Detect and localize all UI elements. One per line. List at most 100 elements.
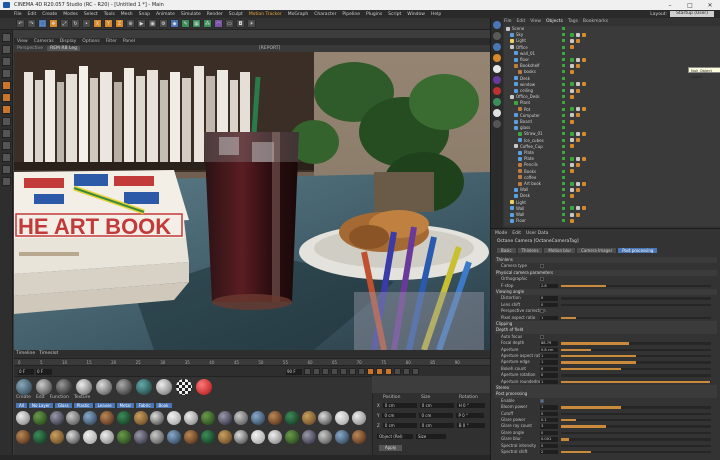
attribute-slider[interactable]: [561, 412, 711, 415]
material-swatch[interactable]: [100, 430, 114, 444]
menu-motion-tracker[interactable]: Motion Tracker: [249, 12, 282, 17]
attribute-section-header[interactable]: Clipping: [495, 321, 717, 328]
object-tag-icon[interactable]: [576, 113, 580, 118]
material-swatch[interactable]: [200, 430, 215, 444]
current-frame-field[interactable]: 0 F: [36, 368, 52, 375]
visibility-check-icon[interactable]: [562, 213, 565, 216]
object-row[interactable]: Desk: [504, 193, 720, 198]
material-preview[interactable]: [136, 379, 152, 395]
minimize-button[interactable]: –: [660, 0, 680, 10]
menu-modes[interactable]: Modes: [63, 12, 78, 17]
object-row[interactable]: Plate: [504, 156, 720, 161]
attribute-slider[interactable]: [561, 303, 711, 307]
object-tag-icon[interactable]: [576, 162, 580, 167]
play-icon[interactable]: [331, 368, 338, 375]
start-frame-field[interactable]: 0 F: [18, 368, 34, 375]
object-tag-icon[interactable]: [576, 212, 580, 217]
attribute-value-field[interactable]: 0: [540, 373, 558, 378]
attr-tab-camera-imager[interactable]: Camera Imager: [577, 248, 617, 253]
timeslot-tab[interactable]: Timeslot: [39, 351, 58, 356]
coordinate-system-icon[interactable]: ⊕: [126, 19, 135, 28]
object-tag-icon[interactable]: [570, 57, 574, 62]
attribute-section-header[interactable]: Depth of field: [495, 327, 717, 334]
locked-workplane-icon[interactable]: [2, 177, 11, 186]
object-row[interactable]: floor: [504, 57, 720, 62]
material-swatch[interactable]: [49, 411, 64, 425]
object-row[interactable]: Computer: [504, 113, 720, 118]
viewport-hud-chip[interactable]: REM RB Leg: [47, 46, 81, 51]
object-row[interactable]: Ice_cubes: [504, 138, 720, 143]
attribute-row[interactable]: Spectral shift 2: [495, 449, 717, 455]
attribute-row[interactable]: Aperture 0.8 cm: [495, 347, 717, 353]
object-tag-icon[interactable]: [582, 82, 586, 87]
menu-plugins[interactable]: Plugins: [366, 12, 382, 17]
octane-material-icon[interactable]: [493, 76, 501, 84]
visibility-check-icon[interactable]: [562, 175, 565, 179]
attribute-row[interactable]: Camera type: [495, 263, 717, 269]
material-swatch[interactable]: [167, 411, 182, 425]
attribute-value-field[interactable]: 0: [540, 296, 558, 301]
attribute-section-header[interactable]: Post processing: [495, 391, 717, 398]
object-row[interactable]: Books: [504, 169, 720, 174]
attribute-slider[interactable]: [561, 361, 711, 364]
material-filter-glass[interactable]: Glass: [54, 403, 72, 408]
object-tag-icon[interactable]: [570, 32, 574, 37]
visibility-check-icon[interactable]: [562, 33, 565, 37]
attribute-value-field[interactable]: 0: [540, 302, 558, 308]
polygons-mode-icon[interactable]: [2, 105, 11, 114]
material-swatch[interactable]: [284, 430, 299, 444]
object-tag-icon[interactable]: [570, 45, 574, 50]
menu-select[interactable]: Select: [84, 12, 98, 17]
material-swatch[interactable]: [234, 411, 249, 425]
object-tag-icon[interactable]: [576, 187, 580, 192]
rotate-icon[interactable]: ↻: [71, 19, 80, 28]
object-row[interactable]: Office: [504, 45, 720, 50]
material-preview[interactable]: [156, 379, 172, 395]
render-picture-viewer-icon[interactable]: ▣: [148, 19, 157, 28]
object-tag-icon[interactable]: [576, 82, 580, 87]
object-tag-icon[interactable]: [576, 38, 580, 43]
menu-edit[interactable]: Edit: [28, 12, 37, 17]
next-frame-icon[interactable]: [340, 368, 347, 375]
attribute-row[interactable]: Enable: [495, 398, 717, 404]
attribute-row[interactable]: Aperture edge 1: [495, 359, 717, 365]
position-key-icon[interactable]: [394, 368, 401, 375]
texture-mode-icon[interactable]: [2, 57, 11, 66]
object-row[interactable]: Light: [504, 200, 720, 205]
live-select-icon[interactable]: ⬚: [38, 19, 47, 28]
object-tag-icon[interactable]: [582, 131, 586, 136]
material-swatch[interactable]: [335, 430, 350, 444]
object-tag-icon[interactable]: [570, 131, 574, 136]
object-row[interactable]: Wall: [504, 206, 720, 211]
object-row[interactable]: Art book: [504, 181, 720, 186]
attribute-row[interactable]: Spectral intensity 0: [495, 443, 717, 449]
menu-help[interactable]: Help: [431, 12, 441, 17]
previous-frame-icon[interactable]: [322, 368, 329, 375]
object-tag-icon[interactable]: [570, 162, 574, 167]
visibility-check-icon[interactable]: [562, 76, 565, 80]
material-preview[interactable]: [36, 379, 52, 395]
attribute-slider[interactable]: [561, 406, 711, 409]
enable-snap-icon[interactable]: [2, 153, 11, 162]
menu-animate[interactable]: Animate: [156, 12, 175, 17]
last-tool-icon[interactable]: •: [82, 19, 91, 28]
material-swatch[interactable]: [352, 411, 366, 425]
material-swatch[interactable]: [234, 430, 249, 444]
z-axis-icon[interactable]: Z: [115, 19, 124, 28]
viewport-menu-display[interactable]: Display: [60, 39, 77, 44]
object-tag-icon[interactable]: [570, 38, 574, 43]
attribute-slider[interactable]: [561, 342, 711, 345]
object-tag-icon[interactable]: [576, 88, 580, 93]
material-swatch[interactable]: [116, 411, 131, 425]
material-swatch[interactable]: [184, 430, 198, 444]
array-icon[interactable]: ⁂: [203, 19, 212, 28]
visibility-check-icon[interactable]: [562, 169, 565, 173]
attribute-value-field[interactable]: 2: [540, 450, 558, 455]
object-tag-icon[interactable]: [570, 138, 574, 143]
object-row[interactable]: Wall: [504, 187, 720, 192]
record-icon[interactable]: [367, 368, 374, 375]
menu-character[interactable]: Character: [314, 12, 336, 17]
material-filter-book[interactable]: Book: [155, 403, 172, 408]
layout-dropdown[interactable]: Startup (User): [670, 11, 714, 17]
visibility-check-icon[interactable]: [562, 206, 565, 210]
